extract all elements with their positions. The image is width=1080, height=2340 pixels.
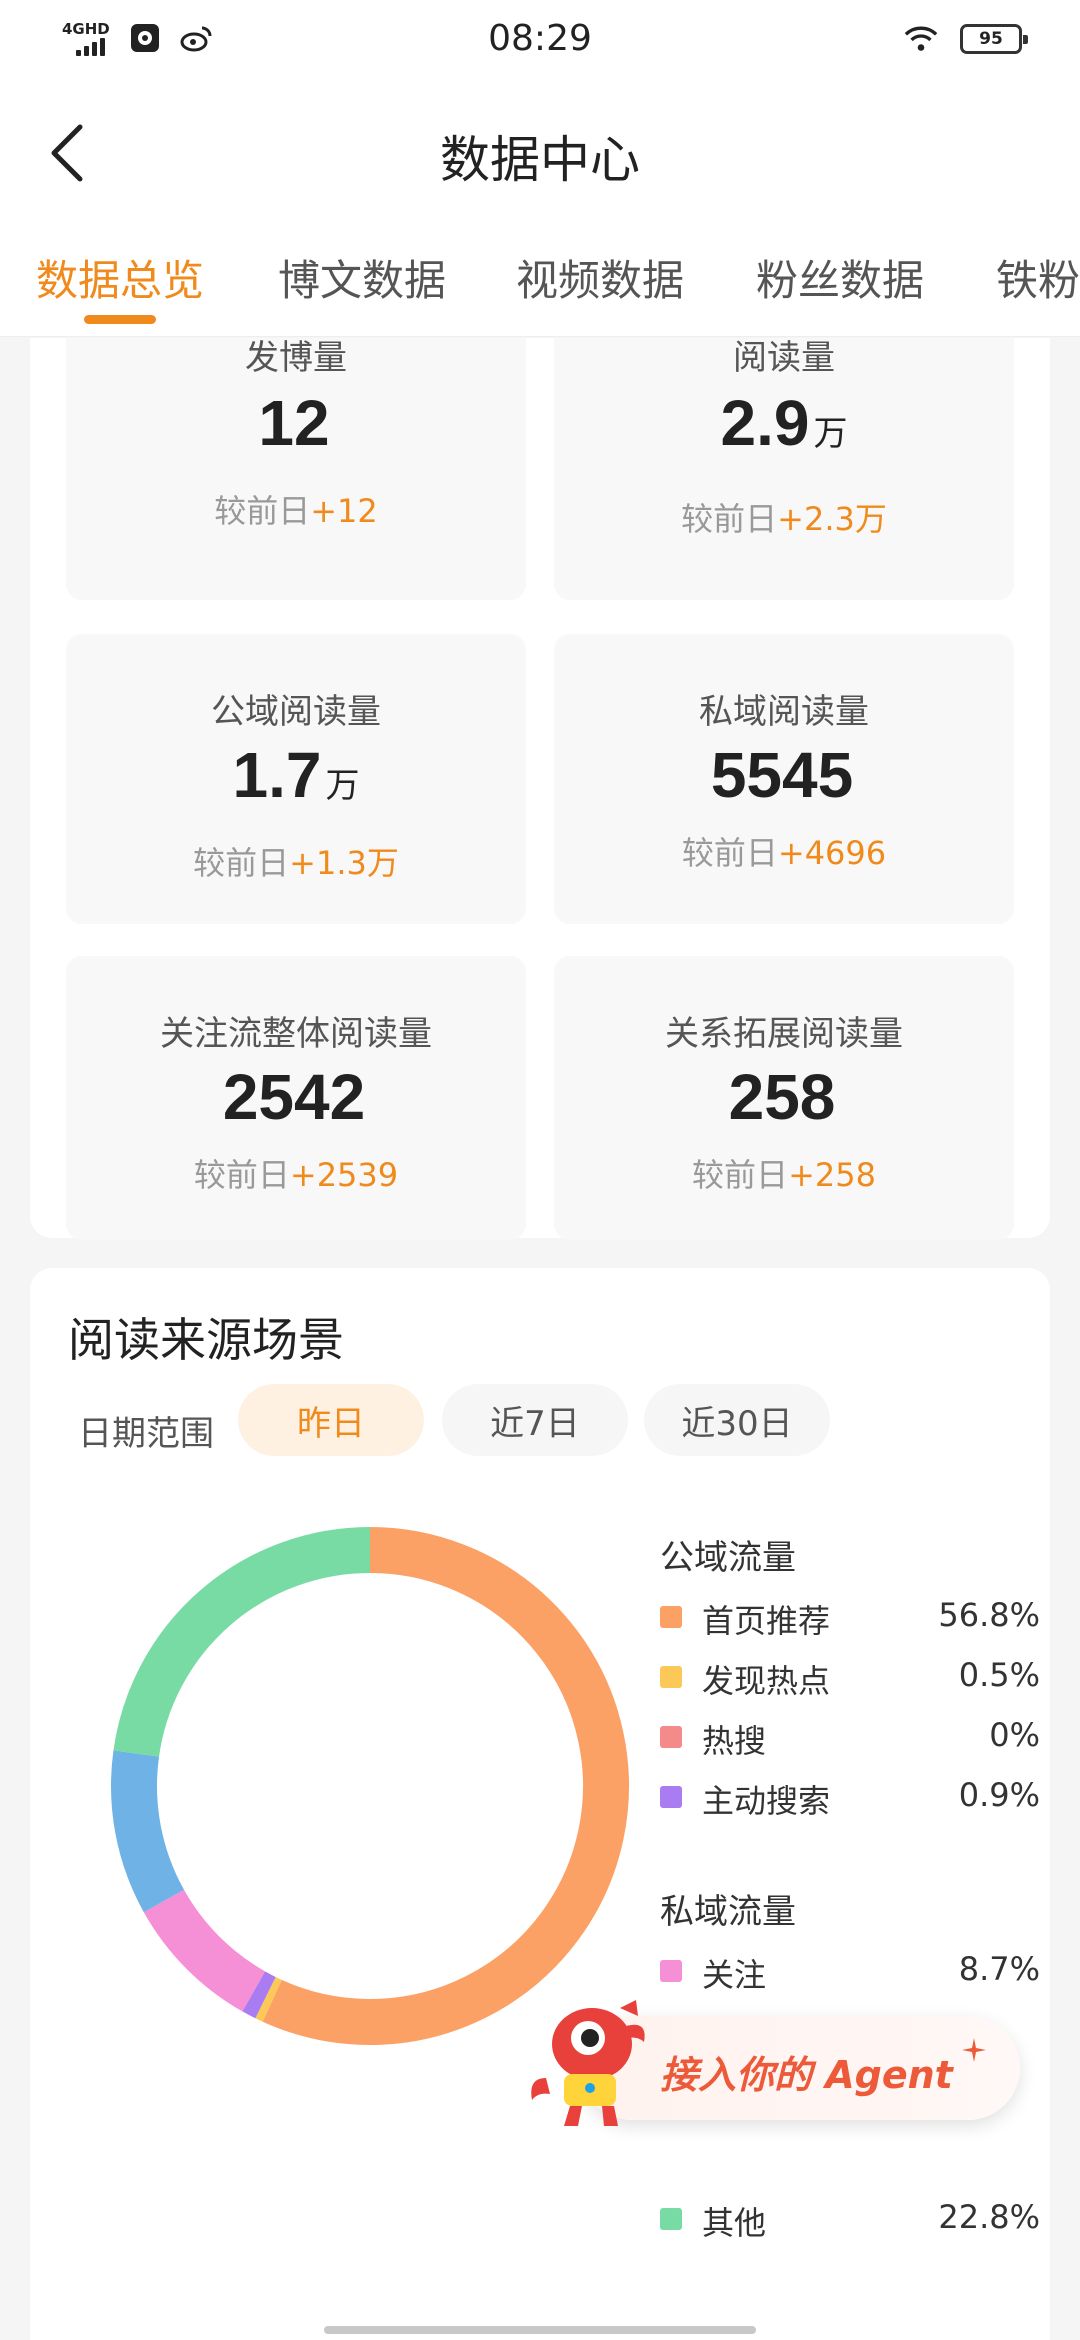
mascot-icon	[531, 2000, 645, 2126]
legend-item-hot-search: 热搜 0%	[660, 1716, 1040, 1760]
legend-swatch	[660, 1726, 682, 1748]
range-chip-7days[interactable]: 近7日	[442, 1384, 628, 1456]
nav-bar: 数据中心	[0, 80, 1080, 225]
legend-swatch	[660, 1666, 682, 1688]
stat-title: 阅读量	[733, 338, 835, 378]
stat-value: 258	[728, 1061, 836, 1133]
date-range-label: 日期范围	[78, 1414, 214, 1454]
stat-tile-relation-reads[interactable]: 关系拓展阅读量 258 较前日+258	[554, 956, 1014, 1240]
donut-slice-4	[143, 1889, 266, 2012]
home-indicator	[324, 2326, 756, 2334]
legend-group-public: 公域流量	[660, 1538, 796, 1578]
stat-value: 12	[258, 387, 330, 459]
donut-slice-1	[255, 1976, 282, 2022]
legend-item-discover-hot: 发现热点 0.5%	[660, 1656, 1040, 1700]
legend-item-active-search: 主动搜索 0.9%	[660, 1776, 1040, 1820]
legend-item-other: 其他 22.8%	[660, 2198, 1040, 2242]
battery-icon: 95	[960, 24, 1028, 54]
stat-tile-reads[interactable]: 阅读量 2.9 万 较前日+2.3万	[554, 338, 1014, 600]
stat-value: 1.7 万	[232, 739, 360, 811]
status-bar: 4GHD 08:29 95	[0, 0, 1080, 80]
page-title: 数据中心	[440, 131, 640, 189]
stats-card: 发博量 12 较前日+12 阅读量 2.9 万 较前日+2.3万 公域阅读量 1.…	[30, 338, 1050, 1240]
agent-banner[interactable]: 接入你的 Agent	[520, 1996, 1020, 2134]
stat-tile-private-reads[interactable]: 私域阅读量 5545 较前日+4696	[554, 634, 1014, 924]
stat-title: 发博量	[245, 338, 347, 378]
tab-iron-fans[interactable]: 铁粉	[996, 247, 1080, 308]
read-source-card: 阅读来源场景 日期范围 昨日 近7日 近30日 公域流量 首页推荐 56.8% …	[30, 1268, 1050, 2340]
stat-title: 关系拓展阅读量	[665, 1014, 903, 1054]
stat-delta: 较前日+258	[692, 1156, 876, 1194]
donut-chart	[111, 1527, 629, 2045]
stat-delta: 较前日+12	[214, 492, 378, 530]
tab-video-data[interactable]: 视频数据	[516, 247, 684, 308]
stat-delta: 较前日+2539	[193, 1156, 399, 1194]
legend-swatch	[660, 1960, 682, 1982]
stat-title: 关注流整体阅读量	[160, 1014, 432, 1054]
legend-swatch	[660, 2208, 682, 2230]
tab-fans-data[interactable]: 粉丝数据	[756, 247, 924, 308]
tab-overview[interactable]: 数据总览	[36, 247, 204, 308]
section-title: 阅读来源场景	[68, 1313, 344, 1367]
stat-value: 5545	[710, 739, 854, 811]
legend-group-private: 私域流量	[660, 1892, 796, 1932]
range-chip-yesterday[interactable]: 昨日	[238, 1384, 424, 1456]
stat-title: 私域阅读量	[699, 692, 869, 732]
stat-value: 2542	[222, 1061, 366, 1133]
legend-swatch	[660, 1786, 682, 1808]
stat-delta: 较前日+1.3万	[193, 844, 399, 882]
stat-title: 公域阅读量	[211, 692, 381, 732]
donut-slice-6	[113, 1527, 371, 1757]
stat-tile-public-reads[interactable]: 公域阅读量 1.7 万 较前日+1.3万	[66, 634, 526, 924]
donut-slice-5	[111, 1750, 185, 1913]
stat-value: 2.9 万	[720, 387, 848, 459]
active-tab-indicator	[84, 315, 156, 324]
stat-delta: 较前日+2.3万	[681, 500, 887, 538]
legend-item-home-recommend: 首页推荐 56.8%	[660, 1596, 1040, 1640]
tab-post-data[interactable]: 博文数据	[278, 247, 446, 308]
wifi-icon	[904, 22, 938, 56]
donut-slice-0	[262, 1527, 629, 2045]
legend-item-follow: 关注 8.7%	[660, 1950, 1040, 1994]
donut-slice-3	[242, 1971, 276, 2019]
stat-tile-follow-feed-reads[interactable]: 关注流整体阅读量 2542 较前日+2539	[66, 956, 526, 1240]
sparkle-icon	[962, 2038, 986, 2062]
range-chip-30days[interactable]: 近30日	[644, 1384, 830, 1456]
legend-swatch	[660, 1606, 682, 1628]
agent-banner-label: 接入你的 Agent	[660, 2053, 953, 2097]
stat-tile-posts[interactable]: 发博量 12 较前日+12	[66, 338, 526, 600]
tab-bar: 数据总览 博文数据 视频数据 粉丝数据 铁粉	[0, 225, 1080, 337]
stat-delta: 较前日+4696	[681, 834, 887, 872]
